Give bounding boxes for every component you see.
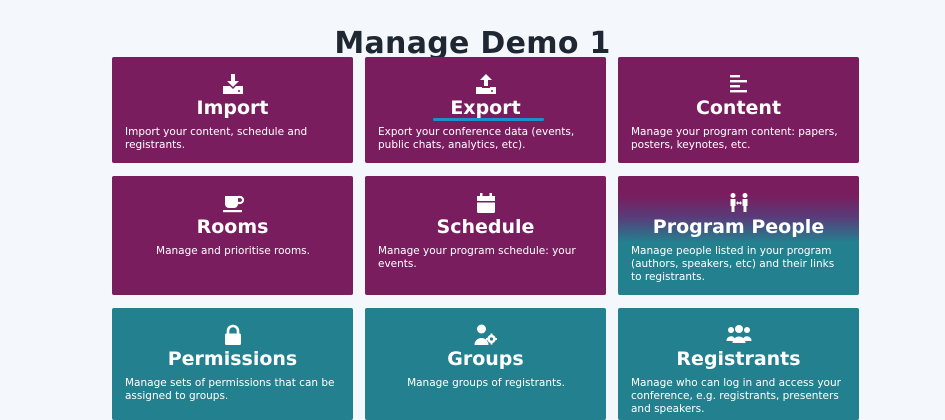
rooms-card[interactable]: Rooms Manage and prioritise rooms.: [112, 176, 353, 295]
manage-card-grid: Import Import your content, schedule and…: [112, 57, 859, 420]
permissions-card[interactable]: Permissions Manage sets of permissions t…: [112, 308, 353, 420]
rooms-title: Rooms: [196, 216, 269, 238]
people-arrows-icon: [730, 193, 747, 212]
registrants-card[interactable]: Registrants Manage who can log in and ac…: [618, 308, 859, 420]
registrants-title: Registrants: [676, 348, 801, 370]
rooms-description: Manage and prioritise rooms.: [156, 245, 310, 257]
align-left-icon: [729, 75, 747, 93]
schedule-description: Manage your program schedule: your event…: [378, 245, 576, 270]
users-icon: [725, 325, 752, 343]
export-description: Export your conference data (events, pub…: [378, 126, 575, 151]
user-cog-icon: [474, 324, 497, 345]
content-description: Manage your program content: papers, pos…: [631, 126, 838, 151]
program-people-description: Manage people listed in your program (au…: [631, 245, 835, 283]
registrants-description: Manage who can log in and access your co…: [631, 377, 841, 415]
download-icon: [222, 74, 243, 94]
import-description: Import your content, schedule and regist…: [125, 126, 308, 151]
schedule-title: Schedule: [436, 216, 535, 238]
groups-title: Groups: [447, 348, 524, 370]
permissions-title: Permissions: [167, 348, 298, 370]
export-card[interactable]: Export Export your conference data (even…: [365, 57, 606, 163]
export-title: Export: [450, 97, 521, 119]
page-title: Manage Demo 1: [334, 26, 611, 62]
focus-underline: [433, 118, 544, 121]
schedule-card[interactable]: Schedule Manage your program schedule: y…: [365, 176, 606, 295]
content-title: Content: [695, 97, 782, 119]
upload-icon: [475, 74, 496, 94]
calendar-icon: [476, 193, 495, 213]
program-people-title: Program People: [652, 216, 825, 238]
content-card[interactable]: Content Manage your program content: pap…: [618, 57, 859, 163]
import-card[interactable]: Import Import your content, schedule and…: [112, 57, 353, 163]
lock-icon: [224, 324, 241, 345]
permissions-description: Manage sets of permissions that can be a…: [125, 377, 335, 402]
coffee-icon: [222, 195, 244, 213]
groups-description: Manage groups of registrants.: [407, 377, 565, 389]
groups-card[interactable]: Groups Manage groups of registrants.: [365, 308, 606, 420]
program-people-card[interactable]: Program People Manage people listed in y…: [618, 176, 859, 295]
import-title: Import: [196, 97, 269, 119]
